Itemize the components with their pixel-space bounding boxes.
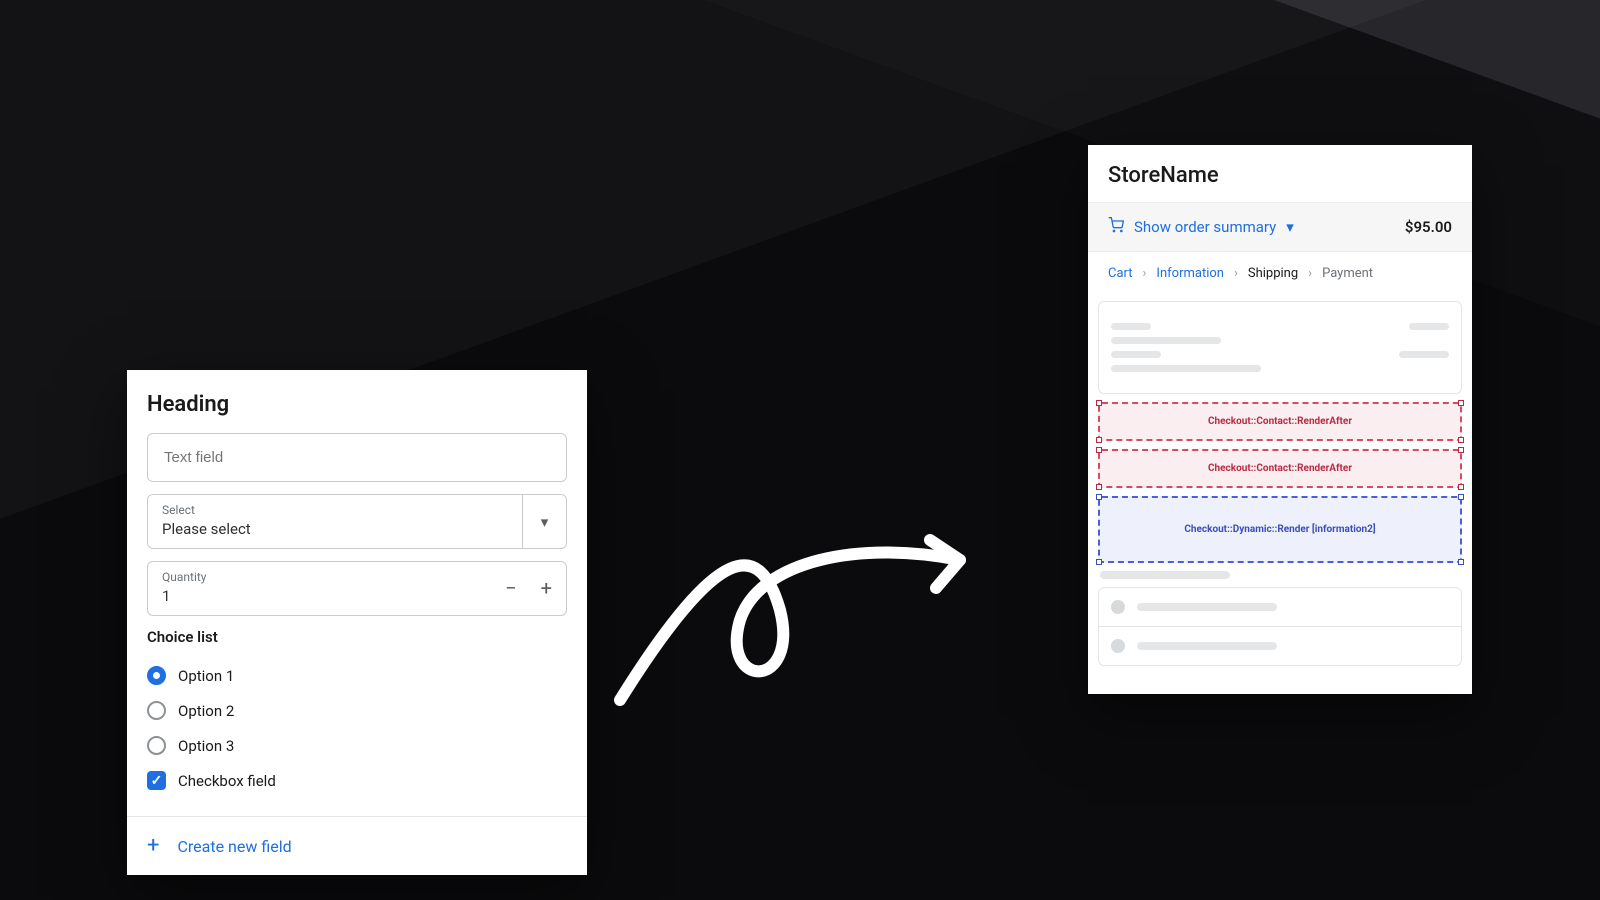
quantity-value: 1 bbox=[162, 587, 206, 605]
extension-point-label: Checkout::Dynamic::Render [information2] bbox=[1184, 524, 1375, 535]
radio-icon bbox=[147, 736, 166, 755]
chevron-down-icon: ▾ bbox=[1286, 218, 1294, 236]
create-new-field-label: Create new field bbox=[177, 837, 291, 856]
store-name: StoreName bbox=[1088, 145, 1472, 202]
extension-point-contact-after[interactable]: Checkout::Contact::RenderAfter bbox=[1098, 449, 1462, 488]
choice-option-3[interactable]: Option 3 bbox=[147, 728, 567, 763]
select-value: Please select bbox=[162, 520, 508, 538]
choice-list-title: Choice list bbox=[147, 628, 567, 646]
order-total: $95.00 bbox=[1405, 218, 1452, 236]
choice-label: Option 1 bbox=[178, 667, 234, 685]
quantity-increment-button[interactable]: + bbox=[541, 576, 552, 600]
chevron-right-icon: › bbox=[1308, 266, 1312, 281]
choice-label: Option 2 bbox=[178, 702, 234, 720]
radio-icon bbox=[147, 701, 166, 720]
checkout-preview-card: StoreName Show order summary ▾ $95.00 Ca… bbox=[1088, 145, 1472, 694]
choice-option-2[interactable]: Option 2 bbox=[147, 693, 567, 728]
select-chevron-icon[interactable]: ▾ bbox=[522, 495, 566, 548]
checkbox-field[interactable]: ✓ Checkbox field bbox=[147, 763, 567, 798]
choice-option-1[interactable]: Option 1 bbox=[147, 658, 567, 693]
select-field[interactable]: Select Please select ▾ bbox=[147, 494, 567, 549]
text-field-input[interactable] bbox=[162, 448, 552, 467]
crumb-shipping: Shipping bbox=[1248, 266, 1298, 281]
radio-icon bbox=[147, 666, 166, 685]
extension-point-contact-after[interactable]: Checkout::Contact::RenderAfter bbox=[1098, 402, 1462, 441]
select-label: Select bbox=[162, 504, 508, 516]
crumb-cart[interactable]: Cart bbox=[1108, 266, 1133, 281]
checkout-breadcrumb: Cart › Information › Shipping › Payment bbox=[1088, 252, 1472, 295]
quantity-label: Quantity bbox=[162, 571, 206, 583]
cart-icon bbox=[1108, 217, 1124, 237]
order-summary-toggle[interactable]: Show order summary ▾ $95.00 bbox=[1088, 202, 1472, 252]
plus-icon: + bbox=[147, 835, 159, 857]
content-placeholder-block bbox=[1098, 301, 1462, 394]
extension-point-dynamic[interactable]: Checkout::Dynamic::Render [information2] bbox=[1098, 496, 1462, 563]
crumb-information[interactable]: Information bbox=[1156, 266, 1224, 281]
extension-point-label: Checkout::Contact::RenderAfter bbox=[1208, 416, 1352, 427]
content-placeholder-options bbox=[1098, 587, 1462, 666]
extension-point-label: Checkout::Contact::RenderAfter bbox=[1208, 463, 1352, 474]
checkbox-icon: ✓ bbox=[147, 771, 166, 790]
quantity-stepper[interactable]: Quantity 1 − + bbox=[147, 561, 567, 616]
create-new-field-button[interactable]: + Create new field bbox=[127, 816, 587, 875]
text-field[interactable] bbox=[147, 433, 567, 482]
order-summary-label: Show order summary bbox=[1134, 218, 1276, 236]
content-placeholder-bar bbox=[1100, 571, 1230, 579]
checkbox-label: Checkbox field bbox=[178, 772, 276, 790]
quantity-decrement-button[interactable]: − bbox=[505, 576, 516, 600]
chevron-right-icon: › bbox=[1234, 266, 1238, 281]
crumb-payment: Payment bbox=[1322, 266, 1373, 281]
chevron-right-icon: › bbox=[1143, 266, 1147, 281]
field-config-card: Heading Select Please select ▾ Quantity … bbox=[127, 370, 587, 875]
choice-label: Option 3 bbox=[178, 737, 234, 755]
heading: Heading bbox=[147, 392, 567, 417]
